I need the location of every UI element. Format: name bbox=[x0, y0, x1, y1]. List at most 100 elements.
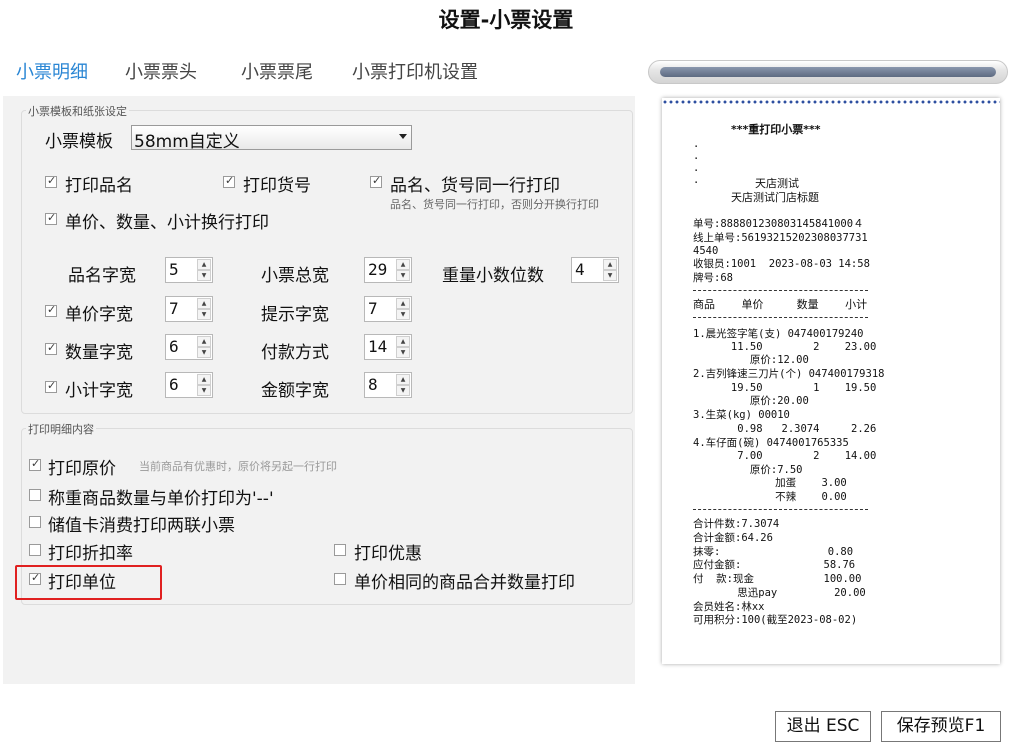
stepper-down-icon[interactable]: ▼ bbox=[197, 347, 211, 358]
template-select[interactable]: 58mm自定义 bbox=[131, 125, 412, 152]
qty-width-stepper[interactable]: 6 ▲ ▼ bbox=[165, 334, 213, 360]
receipt-paid-2: 思迅pay 20.00 bbox=[693, 587, 866, 599]
payment-method-label: 付款方式 bbox=[261, 343, 329, 363]
receipt-addon: 加蛋 3.00 bbox=[693, 477, 847, 489]
stepper-down-icon[interactable]: ▼ bbox=[603, 270, 617, 281]
receipt-member: 会员姓名:林xx bbox=[693, 601, 765, 613]
amount-width-stepper[interactable]: 8 ▲ ▼ bbox=[364, 372, 412, 398]
tab-receipt-detail[interactable]: 小票明细 bbox=[16, 58, 88, 84]
receipt-item-values: 7.00 2 14.00 bbox=[693, 450, 877, 462]
print-discount-checkbox[interactable] bbox=[334, 544, 346, 556]
original-price-checkbox[interactable] bbox=[29, 457, 41, 471]
receipt-online-no-cont: 4540 bbox=[693, 245, 719, 257]
receipt-item-original: 原价:7.50 bbox=[693, 464, 803, 476]
original-price-label: 打印原价 bbox=[48, 459, 116, 479]
weighed-dash-label: 称重商品数量与单价打印为'--' bbox=[48, 489, 274, 509]
merge-same-price-checkbox[interactable] bbox=[334, 573, 346, 585]
template-label: 小票模板 bbox=[45, 132, 113, 152]
save-preview-button[interactable]: 保存预览F1 bbox=[881, 711, 1001, 742]
subtotal-width-value: 6 bbox=[169, 375, 179, 394]
print-name-checkbox[interactable] bbox=[45, 174, 57, 188]
stepper-down-icon[interactable]: ▼ bbox=[197, 270, 211, 281]
stepper-up-icon[interactable]: ▲ bbox=[197, 259, 211, 270]
stepper-up-icon[interactable]: ▲ bbox=[197, 298, 211, 309]
stepper-down-icon[interactable]: ▼ bbox=[396, 309, 410, 320]
print-code-checkbox[interactable] bbox=[223, 174, 235, 188]
stepper-down-icon[interactable]: ▼ bbox=[396, 347, 410, 358]
price-width-label: 单价字宽 bbox=[65, 305, 133, 325]
stepper-up-icon[interactable]: ▲ bbox=[396, 374, 410, 385]
receipt-item-original: 原价:20.00 bbox=[693, 395, 809, 407]
name-width-stepper[interactable]: 5 ▲ ▼ bbox=[165, 257, 213, 283]
receipt-payable: 应付金额: 58.76 bbox=[693, 559, 856, 571]
stepper-down-icon[interactable]: ▼ bbox=[396, 385, 410, 396]
total-width-value: 29 bbox=[368, 260, 388, 279]
total-width-stepper[interactable]: 29 ▲ ▼ bbox=[364, 257, 412, 283]
payment-method-value: 14 bbox=[368, 337, 388, 356]
stepper-up-icon[interactable]: ▲ bbox=[396, 298, 410, 309]
page-title: 设置-小票设置 bbox=[438, 8, 574, 32]
weight-decimals-label: 重量小数位数 bbox=[442, 266, 544, 286]
tab-printer-settings[interactable]: 小票打印机设置 bbox=[352, 58, 478, 84]
detail-group-legend: 打印明细内容 bbox=[26, 421, 96, 437]
stepper-down-icon[interactable]: ▼ bbox=[197, 385, 211, 396]
subtotal-width-checkbox[interactable] bbox=[45, 379, 57, 393]
price-width-checkbox[interactable] bbox=[45, 303, 57, 317]
amount-width-value: 8 bbox=[368, 375, 378, 394]
same-line-label: 品名、货号同一行打印 bbox=[390, 176, 560, 196]
receipt-addon: 不辣 0.00 bbox=[693, 491, 847, 503]
receipt-item-name: 3.生菜(kg) 00010 bbox=[693, 409, 790, 421]
stepper-down-icon[interactable]: ▼ bbox=[396, 270, 410, 281]
receipt-cashier: 收银员:1001 2023-08-03 14:58 bbox=[693, 258, 870, 270]
qty-width-checkbox[interactable] bbox=[45, 341, 57, 355]
weight-decimals-value: 4 bbox=[575, 260, 585, 279]
receipt-divider bbox=[693, 509, 868, 510]
print-discount-label: 打印优惠 bbox=[354, 544, 422, 564]
print-code-label: 打印货号 bbox=[243, 176, 311, 196]
receipt-online-no: 线上单号:56193215202308037731 bbox=[693, 232, 868, 244]
name-width-value: 5 bbox=[169, 260, 179, 279]
payment-method-stepper[interactable]: 14 ▲ ▼ bbox=[364, 334, 412, 360]
stepper-up-icon[interactable]: ▲ bbox=[197, 336, 211, 347]
paper-roll-core bbox=[660, 67, 996, 77]
price-width-stepper[interactable]: 7 ▲ ▼ bbox=[165, 296, 213, 322]
hint-width-label: 提示字宽 bbox=[261, 305, 329, 325]
receipt-total-count: 合计件数:7.3074 bbox=[693, 518, 780, 530]
receipt-paid: 付 款:现金 100.00 bbox=[693, 573, 862, 585]
weighed-dash-checkbox[interactable] bbox=[29, 489, 41, 501]
receipt-item-name: 4.车仔面(碗) 0474001765335 bbox=[693, 437, 849, 449]
tab-receipt-header[interactable]: 小票票头 bbox=[125, 58, 197, 84]
stepper-up-icon[interactable]: ▲ bbox=[396, 259, 410, 270]
receipt-item-name: 1.晨光签字笔(支) 047400179240 bbox=[693, 328, 864, 340]
chevron-down-icon bbox=[399, 134, 407, 139]
receipt-total-amount: 合计金额:64.26 bbox=[693, 532, 773, 544]
stored-card-label: 储值卡消费打印两联小票 bbox=[48, 516, 235, 536]
print-name-label: 打印品名 bbox=[65, 176, 133, 196]
same-line-note: 品名、货号同一行打印，否则分开换行打印 bbox=[390, 198, 599, 211]
receipt-order-no: 单号:888801230803145841000４ bbox=[693, 218, 864, 230]
exit-button[interactable]: 退出 ESC bbox=[775, 711, 871, 742]
template-select-value: 58mm自定义 bbox=[134, 132, 240, 152]
stepper-down-icon[interactable]: ▼ bbox=[197, 309, 211, 320]
hint-width-stepper[interactable]: 7 ▲ ▼ bbox=[364, 296, 412, 322]
receipt-tag: 牌号:68 bbox=[693, 272, 733, 284]
subtotal-width-label: 小计字宽 bbox=[65, 381, 133, 401]
price-width-value: 7 bbox=[169, 299, 179, 318]
discount-rate-checkbox[interactable] bbox=[29, 544, 41, 556]
wrap-lines-checkbox[interactable] bbox=[45, 211, 57, 225]
stepper-up-icon[interactable]: ▲ bbox=[396, 336, 410, 347]
stepper-up-icon[interactable]: ▲ bbox=[603, 259, 617, 270]
total-width-label: 小票总宽 bbox=[261, 266, 329, 286]
receipt-title: ***重打印小票*** bbox=[731, 123, 821, 136]
tab-receipt-footer[interactable]: 小票票尾 bbox=[241, 58, 313, 84]
receipt-points: 可用积分:100(截至2023-08-02) bbox=[693, 614, 858, 626]
stored-card-checkbox[interactable] bbox=[29, 516, 41, 528]
receipt-divider bbox=[693, 317, 868, 318]
receipt-rounding: 抹零: 0.80 bbox=[693, 546, 854, 558]
stepper-up-icon[interactable]: ▲ bbox=[197, 374, 211, 385]
subtotal-width-stepper[interactable]: 6 ▲ ▼ bbox=[165, 372, 213, 398]
weight-decimals-stepper[interactable]: 4 ▲ ▼ bbox=[571, 257, 619, 283]
receipt-item-name: 2.吉列锋速三刀片(个) 047400179318 bbox=[693, 368, 885, 380]
same-line-checkbox[interactable] bbox=[370, 174, 382, 188]
wrap-lines-label: 单价、数量、小计换行打印 bbox=[65, 213, 269, 233]
